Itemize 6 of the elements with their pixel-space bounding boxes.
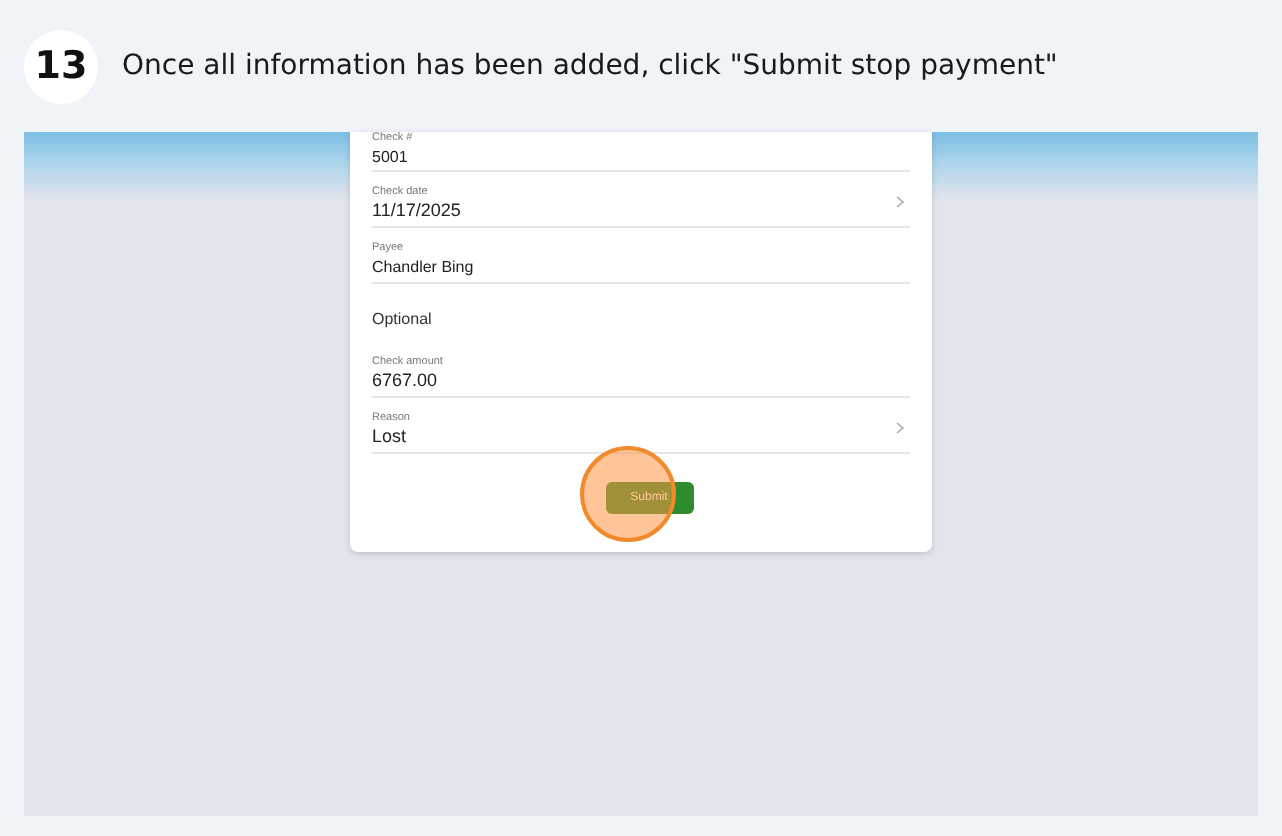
chevron-icon xyxy=(896,422,904,434)
section-heading: Optional xyxy=(372,308,434,332)
step-number: 13 xyxy=(24,29,98,103)
step-instruction: Once all information has been added, click "Submit stop payment" xyxy=(122,50,1058,82)
chevron-icon xyxy=(896,196,904,208)
click-highlight xyxy=(579,446,675,542)
